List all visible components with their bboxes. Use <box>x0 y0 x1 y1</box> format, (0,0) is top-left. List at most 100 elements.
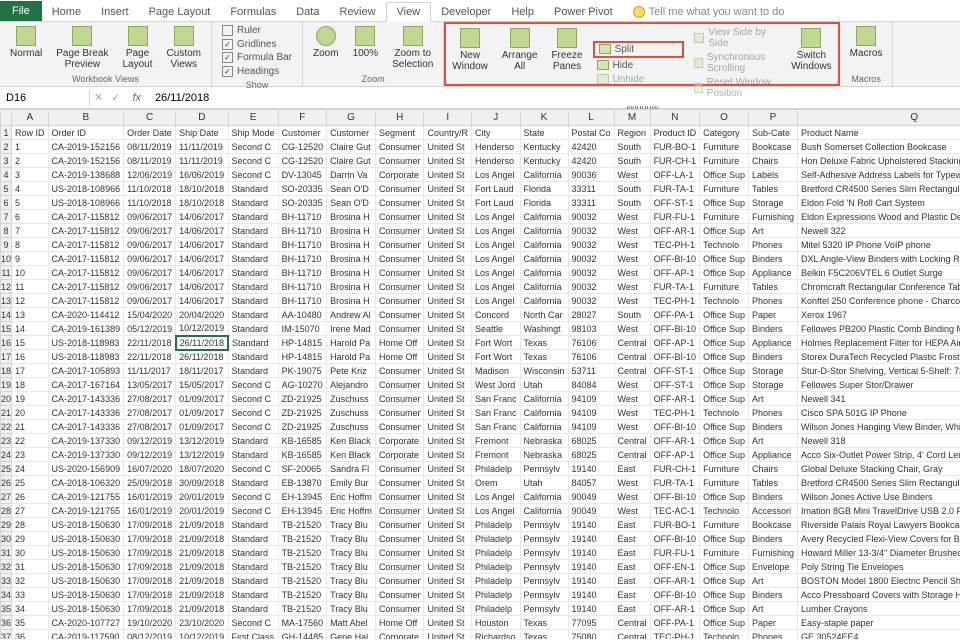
cell[interactable]: Consumer <box>375 154 424 168</box>
cell[interactable]: US-2018-150630 <box>48 560 124 574</box>
row-header[interactable]: 3 <box>1 154 12 168</box>
row-header[interactable]: 9 <box>1 238 12 252</box>
cell[interactable]: OFF-AR-1 <box>650 602 700 616</box>
cell[interactable]: 84057 <box>568 476 614 490</box>
tab-insert[interactable]: Insert <box>91 3 139 21</box>
cell[interactable]: California <box>520 252 568 266</box>
cell[interactable]: Los Angel <box>471 252 520 266</box>
header-cell[interactable]: State <box>520 126 568 140</box>
cell[interactable]: Office Sup <box>700 378 749 392</box>
cell[interactable]: 90032 <box>568 238 614 252</box>
cell[interactable]: United St <box>424 336 472 350</box>
cell[interactable]: 23/10/2020 <box>176 616 228 630</box>
cell[interactable]: 16/07/2020 <box>124 462 176 476</box>
cell[interactable]: 17/09/2018 <box>124 518 176 532</box>
cell[interactable]: CA-2017-115812 <box>48 210 124 224</box>
cell[interactable]: Acco Pressboard Covers with Storage Hook… <box>797 588 960 602</box>
btn-hide[interactable]: Hide <box>593 59 684 72</box>
cell[interactable]: Pennsylv <box>520 574 568 588</box>
cell[interactable]: Tracy Blu <box>327 602 376 616</box>
cell[interactable]: 13/12/2019 <box>176 434 228 448</box>
cell[interactable]: Consumer <box>375 308 424 322</box>
cell[interactable]: 27/08/2017 <box>124 420 176 434</box>
cell[interactable]: CA-2017-115812 <box>48 238 124 252</box>
cell[interactable]: United St <box>424 378 472 392</box>
cell[interactable]: East <box>614 546 650 560</box>
cell[interactable]: Standard <box>228 518 278 532</box>
cell[interactable]: San Franc <box>471 406 520 420</box>
cell[interactable]: United St <box>424 238 472 252</box>
cell[interactable]: South <box>614 308 650 322</box>
cell[interactable]: Furniture <box>700 154 749 168</box>
cell[interactable]: 17 <box>12 364 49 378</box>
cell[interactable]: Standard <box>228 182 278 196</box>
cell[interactable]: Furniture <box>700 280 749 294</box>
cell[interactable]: 28 <box>12 518 49 532</box>
cell[interactable]: BH-11710 <box>278 210 327 224</box>
cell[interactable]: Claire Gut <box>327 154 376 168</box>
cell[interactable]: 90036 <box>568 168 614 182</box>
cell[interactable]: Storage <box>748 364 797 378</box>
cell[interactable]: First Class <box>228 630 278 640</box>
cell[interactable]: South <box>614 154 650 168</box>
cell[interactable]: CA-2017-115812 <box>48 266 124 280</box>
cell[interactable]: US-2018-150630 <box>48 574 124 588</box>
tab-view[interactable]: View <box>386 2 432 22</box>
cell[interactable]: Claire Gut <box>327 140 376 154</box>
tell-me-search[interactable]: Tell me what you want to do <box>623 3 795 21</box>
cell[interactable]: United St <box>424 574 472 588</box>
tab-file[interactable]: File <box>0 1 42 21</box>
cell[interactable]: 30 <box>12 546 49 560</box>
cell[interactable]: OFF-BI-10 <box>650 420 700 434</box>
cell[interactable]: 11/10/2018 <box>124 182 176 196</box>
cell[interactable]: 30/09/2018 <box>176 476 228 490</box>
cell[interactable]: CA-2018-106320 <box>48 476 124 490</box>
cell[interactable]: Texas <box>520 616 568 630</box>
cell[interactable]: Consumer <box>375 280 424 294</box>
col-header-N[interactable]: N <box>650 110 700 126</box>
cell[interactable]: Florida <box>520 182 568 196</box>
cell[interactable]: East <box>614 462 650 476</box>
cell[interactable]: 35 <box>12 616 49 630</box>
cell[interactable]: Central <box>614 616 650 630</box>
cell[interactable]: 21/09/2018 <box>176 574 228 588</box>
cell[interactable]: East <box>614 560 650 574</box>
row-header[interactable]: 24 <box>1 448 12 462</box>
cell[interactable]: Second C <box>228 490 278 504</box>
cell[interactable]: CA-2017-143336 <box>48 392 124 406</box>
cell[interactable]: OFF-BI-10 <box>650 532 700 546</box>
cell[interactable]: Paper <box>748 308 797 322</box>
cell[interactable]: Pennsylv <box>520 602 568 616</box>
btn-split[interactable]: Split <box>593 41 684 58</box>
cell[interactable]: West <box>614 280 650 294</box>
cell[interactable]: 21 <box>12 420 49 434</box>
cell[interactable]: 22 <box>12 434 49 448</box>
cell[interactable]: San Franc <box>471 420 520 434</box>
cell[interactable]: CA-2017-105893 <box>48 364 124 378</box>
cell[interactable]: 19140 <box>568 560 614 574</box>
cell[interactable]: 36 <box>12 630 49 640</box>
cell[interactable]: OFF-BI-10 <box>650 252 700 266</box>
cell[interactable]: FUR-TA-1 <box>650 182 700 196</box>
cell[interactable]: Standard <box>228 210 278 224</box>
cell[interactable]: Fort Wort <box>471 336 520 350</box>
cell[interactable]: Newell 322 <box>797 224 960 238</box>
cell[interactable]: CA-2019-152156 <box>48 154 124 168</box>
cell[interactable]: United St <box>424 210 472 224</box>
cell[interactable]: 75080 <box>568 630 614 640</box>
cell[interactable]: Fremont <box>471 434 520 448</box>
cell[interactable]: Office Sup <box>700 364 749 378</box>
cell[interactable]: West <box>614 210 650 224</box>
cell[interactable]: 09/06/2017 <box>124 266 176 280</box>
tab-data[interactable]: Data <box>286 3 329 21</box>
cell[interactable]: Sean O'D <box>327 182 376 196</box>
cell[interactable]: 16 <box>12 350 49 364</box>
cell[interactable]: Fort Laud <box>471 182 520 196</box>
cell[interactable]: 17/09/2018 <box>124 546 176 560</box>
cell[interactable]: Tables <box>748 182 797 196</box>
cell[interactable]: Fort Wort <box>471 350 520 364</box>
cell[interactable]: Mitel 5320 IP Phone VoIP phone <box>797 238 960 252</box>
cell[interactable]: Consumer <box>375 266 424 280</box>
cell[interactable]: Cisco SPA 501G IP Phone <box>797 406 960 420</box>
cell[interactable]: Texas <box>520 630 568 640</box>
